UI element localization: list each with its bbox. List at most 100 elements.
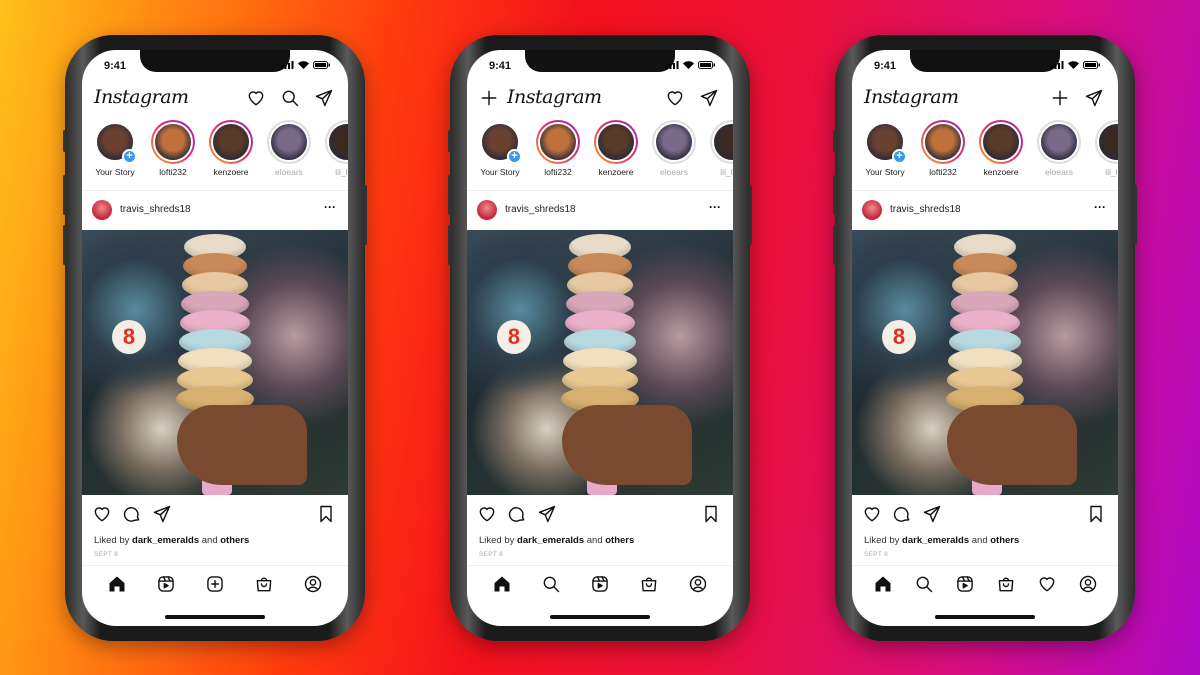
story-item[interactable]: + Your Story [86,120,144,177]
heart-icon[interactable] [246,88,266,108]
nav-home-tab[interactable] [107,574,127,596]
nav-shop-tab[interactable] [996,574,1016,596]
liked-others[interactable]: others [990,535,1019,546]
nav-search-tab[interactable] [541,574,561,596]
add-icon[interactable] [205,574,225,594]
bookmark-icon[interactable] [701,504,721,524]
search-icon[interactable] [914,574,934,594]
search-icon[interactable] [280,88,300,108]
bookmark-icon[interactable] [1086,504,1106,524]
search-icon[interactable] [541,574,561,594]
home-indicator[interactable] [165,615,265,619]
likes-text[interactable]: Liked by dark_emeralds and others [479,535,634,546]
nav-heart-tab[interactable] [1037,574,1057,596]
new-post-button[interactable] [1050,88,1070,113]
reels-icon[interactable] [156,574,176,594]
send-icon[interactable] [699,88,719,108]
heart-icon[interactable] [92,504,112,524]
send-icon[interactable] [314,88,334,108]
story-item[interactable]: kenzoere [202,120,260,177]
post-author-avatar[interactable] [862,200,882,220]
plus-icon[interactable] [1050,88,1070,108]
post-username[interactable]: travis_shreds18 [120,204,191,215]
comment-button[interactable] [892,504,912,529]
more-options-icon[interactable]: ··· [324,200,336,214]
shop-icon[interactable] [639,574,659,594]
bookmark-icon[interactable] [316,504,336,524]
nav-reels-tab[interactable] [590,574,610,596]
liked-user[interactable]: dark_emeralds [902,535,969,546]
story-item[interactable]: + Your Story [471,120,529,177]
heart-icon[interactable] [862,504,882,524]
comment-icon[interactable] [122,504,142,524]
story-item[interactable]: lil_lapi [1088,120,1118,177]
home-indicator[interactable] [550,615,650,619]
new-post-button[interactable] [479,88,499,113]
post-author-avatar[interactable] [92,200,112,220]
share-button[interactable] [922,504,942,529]
like-button[interactable] [862,504,882,529]
save-button[interactable] [1086,504,1106,529]
liked-user[interactable]: dark_emeralds [132,535,199,546]
plus-icon[interactable] [479,88,499,108]
heart-icon[interactable] [1037,574,1057,594]
home-icon[interactable] [492,574,512,594]
story-item[interactable]: + Your Story [856,120,914,177]
send-icon[interactable] [537,504,557,524]
profile-icon[interactable] [688,574,708,594]
share-button[interactable] [152,504,172,529]
activity-button[interactable] [665,88,685,113]
nav-profile-tab[interactable] [688,574,708,596]
direct-messages-button[interactable] [1084,88,1104,113]
home-icon[interactable] [107,574,127,594]
liked-others[interactable]: others [605,535,634,546]
shop-icon[interactable] [254,574,274,594]
like-button[interactable] [92,504,112,529]
add-story-plus-icon[interactable]: + [892,149,907,164]
comment-button[interactable] [507,504,527,529]
story-item[interactable]: lofti232 [529,120,587,177]
nav-profile-tab[interactable] [1078,574,1098,596]
save-button[interactable] [701,504,721,529]
home-icon[interactable] [873,574,893,594]
nav-home-tab[interactable] [492,574,512,596]
post-author-avatar[interactable] [477,200,497,220]
nav-home-tab[interactable] [873,574,893,596]
heart-icon[interactable] [477,504,497,524]
activity-button[interactable] [246,88,266,113]
story-item[interactable]: eloears [260,120,318,177]
nav-search-tab[interactable] [914,574,934,596]
story-item[interactable]: lil_lapi [703,120,733,177]
liked-others[interactable]: others [220,535,249,546]
post-photo[interactable]: 8 [82,230,348,495]
direct-messages-button[interactable] [699,88,719,113]
nav-profile-tab[interactable] [303,574,323,596]
send-icon[interactable] [922,504,942,524]
liked-user[interactable]: dark_emeralds [517,535,584,546]
comment-button[interactable] [122,504,142,529]
story-item[interactable]: lofti232 [144,120,202,177]
story-item[interactable]: eloears [645,120,703,177]
post-photo[interactable]: 8 [467,230,733,495]
shop-icon[interactable] [996,574,1016,594]
likes-text[interactable]: Liked by dark_emeralds and others [94,535,249,546]
add-story-plus-icon[interactable]: + [507,149,522,164]
send-icon[interactable] [1084,88,1104,108]
reels-icon[interactable] [955,574,975,594]
story-item[interactable]: kenzoere [972,120,1030,177]
profile-icon[interactable] [1078,574,1098,594]
post-username[interactable]: travis_shreds18 [890,204,961,215]
share-button[interactable] [537,504,557,529]
save-button[interactable] [316,504,336,529]
story-item[interactable]: eloears [1030,120,1088,177]
heart-icon[interactable] [665,88,685,108]
nav-reels-tab[interactable] [955,574,975,596]
post-photo[interactable]: 8 [852,230,1118,495]
comment-icon[interactable] [892,504,912,524]
more-options-icon[interactable]: ··· [709,200,721,214]
likes-text[interactable]: Liked by dark_emeralds and others [864,535,1019,546]
home-indicator[interactable] [935,615,1035,619]
direct-messages-button[interactable] [314,88,334,113]
post-username[interactable]: travis_shreds18 [505,204,576,215]
like-button[interactable] [477,504,497,529]
